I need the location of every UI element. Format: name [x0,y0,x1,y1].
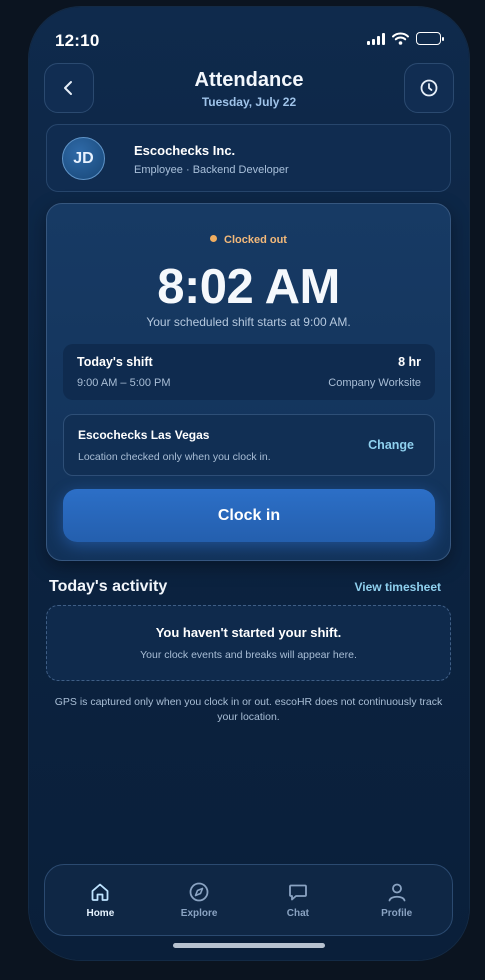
wifi-icon [392,32,409,45]
employee-role: Employee · Backend Developer [134,164,289,176]
tab-label-profile: Profile [381,908,413,919]
clock-status-label: Clocked out [224,234,287,246]
tab-label-explore: Explore [180,908,218,919]
compass-icon [189,882,209,902]
shift-time-range: 9:00 AM – 5:00 PM [77,377,171,389]
shift-duration: 8 hr [398,355,421,369]
gps-note: GPS is captured only when you clock in o… [54,696,443,723]
activity-title: Today's activity [49,578,168,595]
tab-home[interactable]: Home [59,881,141,919]
clock-status: Clocked out [47,234,450,246]
activity-empty-state: You haven't started your shift. Your clo… [46,605,451,681]
chat-icon [288,884,307,901]
tab-bar: Home Explore Chat Profile [44,864,453,936]
location-box: Escochecks Las Vegas Location checked on… [63,414,435,476]
status-icons [367,32,444,45]
shift-title: Today's shift [77,355,153,369]
phone-screen: 12:10 Attendance Tuesday, July 22 JD Esc… [29,7,469,960]
current-time: 8:02 AM [157,260,340,314]
history-button[interactable] [404,63,454,113]
tab-explore[interactable]: Explore [158,881,240,919]
tab-profile[interactable]: Profile [356,881,438,919]
user-icon [388,883,406,902]
tab-label-home: Home [86,908,115,919]
clock-in-button[interactable]: Clock in [63,489,435,542]
view-timesheet-link[interactable]: View timesheet [355,580,441,594]
status-bar: 12:10 [29,7,469,67]
avatar: JD [62,137,105,180]
change-location-button[interactable]: Change [368,438,414,452]
home-icon [91,883,109,901]
clock-icon [420,79,438,97]
home-indicator[interactable] [173,943,325,948]
battery-icon [416,32,444,45]
shift-start-note: Your scheduled shift starts at 9:00 AM. [146,315,351,329]
employee-card: JD Escochecks Inc. Employee · Backend De… [46,124,451,192]
company-name: Escochecks Inc. [134,143,236,158]
page-title: Attendance [194,69,304,91]
empty-title: You haven't started your shift. [155,625,342,640]
empty-subtitle: Your clock events and breaks will appear… [140,649,357,661]
status-dot [210,235,218,242]
shift-location-type: Company Worksite [328,377,421,389]
location-name: Escochecks Las Vegas [78,428,210,442]
clock-card: Clocked out 8:02 AM Your scheduled shift… [46,203,451,561]
page-date: Tuesday, July 22 [201,95,297,109]
todays-shift-box: Today's shift 8 hr 9:00 AM – 5:00 PM Com… [63,344,435,400]
status-time: 12:10 [55,31,100,50]
location-note: Location checked only when you clock in. [78,451,271,463]
signal-icon [367,32,385,45]
tab-chat[interactable]: Chat [257,881,339,919]
tab-label-chat: Chat [286,908,309,919]
